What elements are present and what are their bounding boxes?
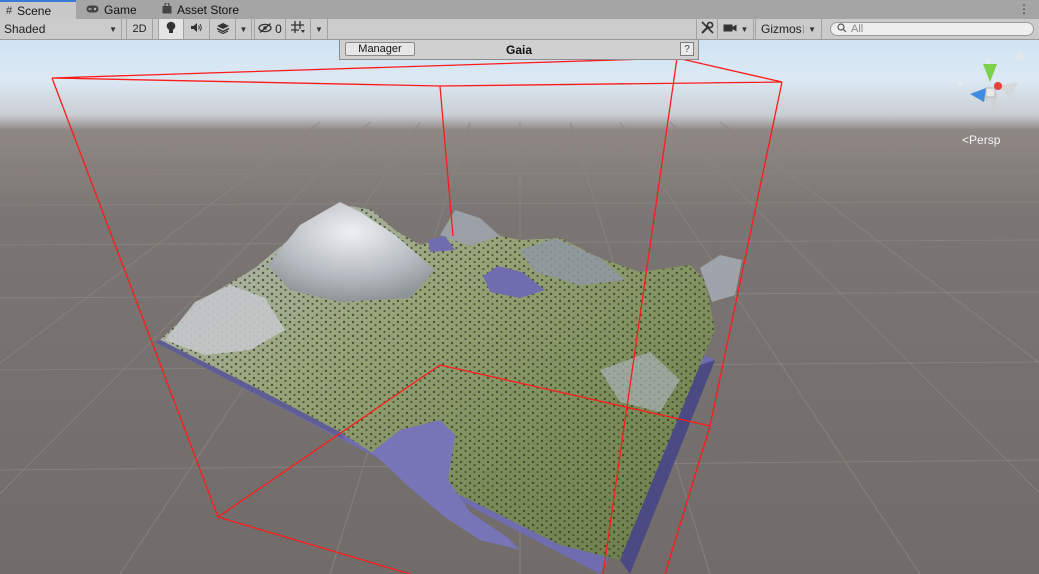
- grid-icon: #: [6, 5, 13, 17]
- camera-icon: [723, 22, 737, 36]
- more-options-icon[interactable]: ⋮: [1018, 2, 1030, 16]
- wrench-icon: [700, 21, 714, 37]
- lightbulb-icon: [166, 21, 176, 37]
- mountain-peak: [268, 202, 435, 302]
- layers-icon: [216, 22, 230, 37]
- scene-render: [0, 57, 1039, 574]
- gizmo-y-label: y: [986, 55, 991, 65]
- chevron-down-icon: ▼: [239, 24, 248, 34]
- gaia-title: Gaia: [505, 43, 532, 57]
- lighting-toggle[interactable]: [158, 19, 184, 39]
- gizmos-dropdown[interactable]: Gizmos ▼: [755, 19, 822, 39]
- chevron-down-icon: ▼: [315, 24, 323, 34]
- help-button[interactable]: ?: [680, 42, 694, 56]
- tools-button[interactable]: [696, 19, 718, 39]
- gaia-panel: Manager Gaia ?: [339, 40, 699, 60]
- hidden-count: 0: [275, 22, 282, 36]
- scene-visibility-toggle[interactable]: 0: [254, 19, 286, 39]
- scene-viewport[interactable]: Manager Gaia ? y x <Persp: [0, 40, 1039, 574]
- projection-label: Persp: [969, 133, 1001, 147]
- chevron-left-icon: <: [962, 133, 970, 147]
- toggle-2d-label: 2D: [132, 23, 147, 35]
- camera-settings-dropdown[interactable]: ▼: [718, 19, 754, 39]
- projection-toggle[interactable]: <Persp: [962, 133, 1000, 147]
- grid-dropdown[interactable]: ▼: [311, 19, 328, 39]
- tab-game[interactable]: Game: [80, 0, 150, 19]
- tab-scene[interactable]: # Scene: [0, 0, 76, 20]
- shopping-bag-icon: [162, 1, 172, 17]
- tab-bar: # Scene Game Asset Store ⋮: [0, 0, 1039, 20]
- shading-mode-value: Shaded: [4, 22, 46, 36]
- gamepad-icon: [86, 4, 99, 16]
- orientation-gizmo[interactable]: y x: [950, 54, 1030, 134]
- hierarchy-search[interactable]: [830, 22, 1034, 36]
- gizmo-x-label: x: [958, 78, 963, 88]
- chevron-down-icon: ▼: [803, 24, 816, 34]
- gizmo-x-cone: [994, 82, 1002, 90]
- scene-toolbar: Shaded ▼ 2D ▼ 0 ▼ ▼ Gizmos ▼ All: [0, 19, 1039, 40]
- chevron-down-icon: ▼: [109, 24, 117, 34]
- grid-snap-icon: [291, 21, 306, 37]
- hidden-eye-icon: [258, 22, 273, 36]
- gizmos-label: Gizmos: [761, 22, 802, 36]
- grid-snapping-toggle[interactable]: [287, 19, 311, 39]
- tab-asset-store[interactable]: Asset Store: [156, 0, 252, 19]
- speaker-icon: [190, 22, 203, 36]
- shading-mode-dropdown[interactable]: Shaded ▼: [0, 19, 122, 39]
- audio-toggle[interactable]: [184, 19, 210, 39]
- search-icon: [837, 22, 847, 36]
- search-input[interactable]: [847, 23, 1021, 35]
- gizmo-center-cube: [985, 87, 996, 98]
- gizmo-z-cone: [970, 88, 986, 102]
- toggle-2d-button[interactable]: 2D: [126, 19, 153, 39]
- tab-game-label: Game: [104, 2, 137, 17]
- tab-asset-store-label: Asset Store: [177, 2, 240, 17]
- gizmo-y-cone: [983, 64, 997, 82]
- tab-scene-label: Scene: [17, 4, 52, 18]
- effects-dropdown[interactable]: ▼: [236, 19, 252, 39]
- effects-toggle[interactable]: [210, 19, 236, 39]
- chevron-down-icon: ▼: [740, 24, 749, 34]
